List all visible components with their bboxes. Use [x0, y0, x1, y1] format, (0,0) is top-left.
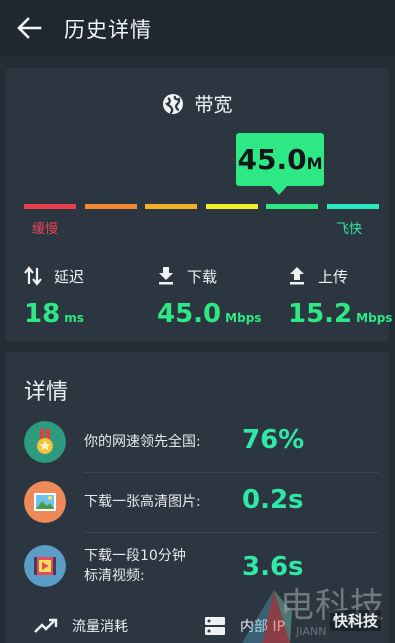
- scale-segment-5: [266, 204, 318, 209]
- medal-icon: [24, 421, 66, 463]
- arrow-left-icon[interactable]: [16, 16, 42, 40]
- trend-icon: [34, 618, 58, 633]
- divider: [84, 472, 379, 473]
- bandwidth-title: 带宽: [194, 94, 233, 116]
- page-title: 历史详情: [64, 18, 152, 42]
- detail-row-image: 下载一张高清图片: 0.2s: [6, 478, 389, 528]
- scale-segment-3: [145, 204, 197, 209]
- bandwidth-value-bubble: 45.0M: [236, 133, 324, 186]
- video-label-line1: 下载一段10分钟: [84, 548, 186, 564]
- upload-icon: [290, 267, 304, 285]
- bandwidth-card: 带宽 45.0M 缓慢 飞快 延迟 18 ms 下载 45.0 Mbps 上传 …: [6, 68, 392, 342]
- globe-icon: [163, 94, 184, 115]
- upload-unit: Mbps: [356, 311, 393, 325]
- image-label: 下载一张高清图片:: [84, 494, 201, 510]
- traffic-usage-label: 流量消耗: [72, 619, 128, 635]
- bandwidth-heading: 带宽: [6, 90, 389, 117]
- video-icon: [24, 545, 66, 587]
- top-app-bar: 历史详情: [0, 0, 395, 56]
- download-icon: [159, 267, 173, 285]
- details-title: 详情: [24, 380, 69, 405]
- watermark-brand: 快科技: [330, 610, 382, 631]
- bubble-pointer: [270, 185, 288, 195]
- detail-row-rank: 你的网速领先全国: 76%: [6, 418, 389, 468]
- bandwidth-value: 45.0: [237, 143, 307, 176]
- scale-fast-label: 飞快: [336, 222, 363, 237]
- up-down-arrows-icon: [24, 266, 42, 286]
- latency-value: 18: [24, 299, 61, 329]
- download-value: 45.0: [157, 299, 222, 329]
- bandwidth-unit: M: [306, 154, 323, 173]
- download-label: 下载: [187, 267, 218, 286]
- video-label-line2: 标清视频:: [84, 568, 145, 584]
- upload-value: 15.2: [288, 299, 353, 329]
- scale-segment-4: [206, 204, 258, 209]
- latency-stat: 延迟 18 ms: [24, 265, 144, 329]
- scale-segment-6: [327, 204, 379, 209]
- watermark-subtext: JIANN: [296, 625, 327, 638]
- upload-stat: 上传 15.2 Mbps: [288, 265, 395, 329]
- scale-segment-1: [24, 204, 76, 209]
- rank-value: 76%: [242, 425, 305, 455]
- upload-label: 上传: [318, 267, 349, 286]
- rank-label: 你的网速领先全国:: [84, 434, 201, 450]
- download-unit: Mbps: [225, 311, 262, 325]
- image-value: 0.2s: [242, 485, 304, 515]
- traffic-usage-item[interactable]: 流量消耗: [34, 616, 128, 636]
- divider: [84, 532, 379, 533]
- picture-icon: [24, 481, 66, 523]
- latency-unit: ms: [64, 311, 84, 325]
- scale-segment-2: [85, 204, 137, 209]
- scale-slow-label: 缓慢: [32, 222, 59, 237]
- download-stat: 下载 45.0 Mbps: [157, 265, 277, 329]
- latency-label: 延迟: [54, 267, 85, 286]
